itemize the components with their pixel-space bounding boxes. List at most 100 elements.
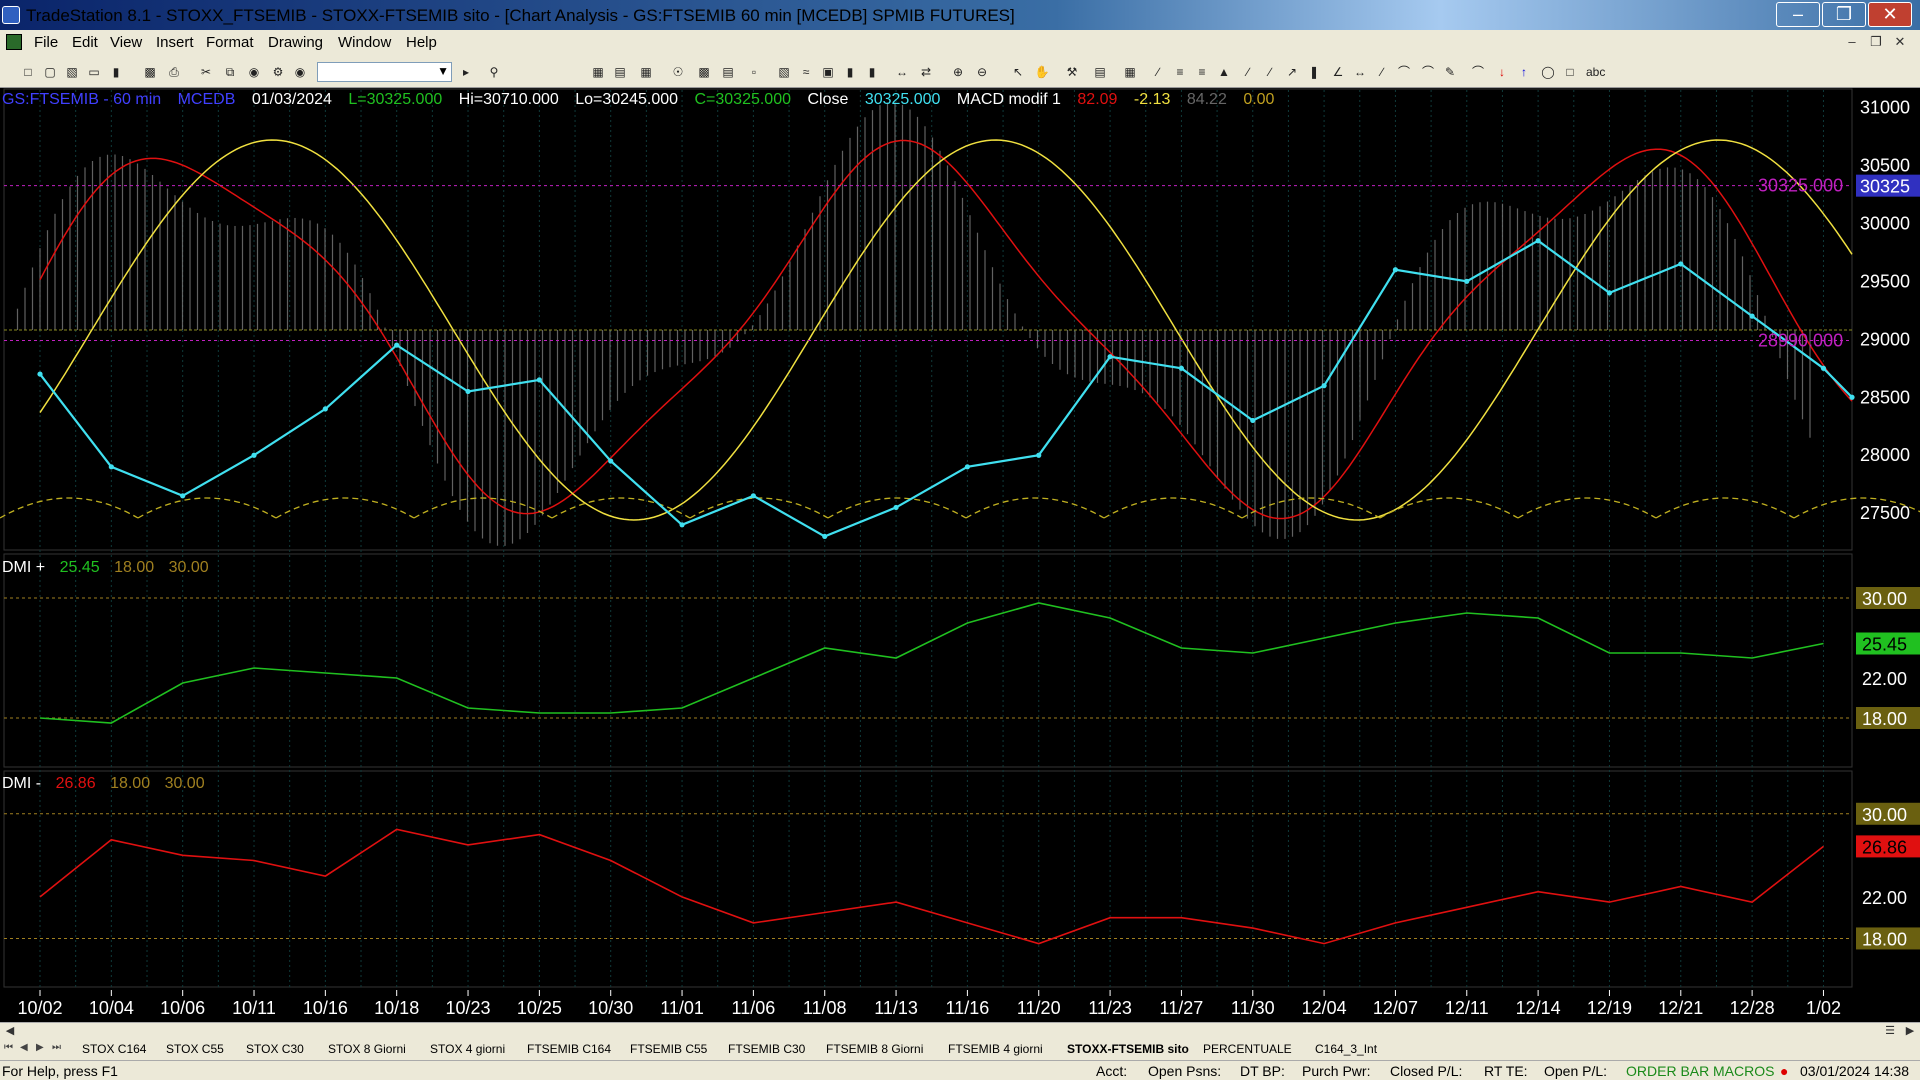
menu-file[interactable]: File [34, 34, 58, 51]
header-high: Hi=30710.000 [458, 91, 559, 108]
gann-icon[interactable]: ▲ [1216, 64, 1232, 80]
status-order-bar[interactable]: ORDER BAR [1626, 1063, 1709, 1079]
news-icon[interactable]: ▧ [776, 64, 792, 80]
open-workspace-icon[interactable]: ▧ [64, 64, 80, 80]
indicator-icon[interactable]: ≈ [798, 64, 814, 80]
bar-chart-icon[interactable]: ▮ [842, 64, 858, 80]
close-button[interactable]: ✕ [1868, 2, 1912, 27]
radar-icon[interactable]: ☉ [670, 64, 686, 80]
tools-icon[interactable]: ⚒ [1064, 64, 1080, 80]
menu-insert[interactable]: Insert [156, 34, 194, 51]
scroll-thumb-icon[interactable]: ☰ [1882, 1024, 1898, 1040]
tab-percentuale[interactable]: PERCENTUALE [1203, 1042, 1292, 1056]
curve-icon[interactable]: ⌒ [1470, 64, 1486, 80]
arrow-down-icon[interactable]: ↓ [1494, 64, 1510, 80]
fib-icon[interactable]: ≡ [1194, 64, 1210, 80]
pointer-icon[interactable]: ↖ [1010, 64, 1026, 80]
tab-stoxx-ftsemib-sito[interactable]: STOXX-FTSEMIB sito [1067, 1042, 1189, 1056]
table-icon[interactable]: ▤ [612, 64, 628, 80]
play-icon[interactable]: ▸ [458, 64, 474, 80]
tab-stox-c164[interactable]: STOX C164 [82, 1042, 146, 1056]
scroll-right-icon[interactable]: ▶ [1902, 1024, 1918, 1040]
arc-icon[interactable]: ⌒ [1420, 64, 1436, 80]
symbol-combo[interactable]: ▼ [317, 62, 452, 82]
alert-icon[interactable]: ▦ [1122, 64, 1138, 80]
pan-icon[interactable]: ✋ [1034, 64, 1050, 80]
rectangle-icon[interactable]: □ [1562, 64, 1578, 80]
settings-icon[interactable]: ⚙ [270, 64, 286, 80]
menu-view[interactable]: View [110, 34, 142, 51]
tab-stox-4-giorni[interactable]: STOX 4 giorni [430, 1042, 505, 1056]
ellipse-icon[interactable]: ◯ [1540, 64, 1556, 80]
open-icon[interactable]: ▢ [42, 64, 58, 80]
expand-icon[interactable]: ⇄ [918, 64, 934, 80]
tab-prev-icon[interactable]: ◀ [20, 1042, 28, 1053]
globe-icon[interactable]: ◉ [292, 64, 308, 80]
new-icon[interactable]: □ [20, 64, 36, 80]
chart-canvas[interactable]: 30325.000 28990.000 31000 30500 30000 29500 29… [0, 88, 1920, 1030]
matrix-icon[interactable]: ▩ [696, 64, 712, 80]
chart-area[interactable]: 30325.000 28990.000 31000 30500 30000 29500 29… [0, 88, 1920, 1030]
vlines-icon[interactable]: ❚ [1306, 64, 1322, 80]
tradestation-app-icon[interactable] [2, 6, 20, 24]
andrews-icon[interactable]: ∠ [1330, 64, 1346, 80]
tab-ftsemib-4-giorni[interactable]: FTSEMIB 4 giorni [948, 1042, 1043, 1056]
order-icon[interactable]: ▤ [1092, 64, 1108, 80]
tab-ftsemib-c30[interactable]: FTSEMIB C30 [728, 1042, 805, 1056]
new-workspace-icon[interactable]: ▭ [86, 64, 102, 80]
arrow-up-icon[interactable]: ↑ [1516, 64, 1532, 80]
option-icon[interactable]: ▤ [720, 64, 736, 80]
scroll-left-icon[interactable]: ◀ [2, 1024, 18, 1040]
arrow-line-icon[interactable]: ↗ [1284, 64, 1300, 80]
minimize-button[interactable]: ‒ [1776, 2, 1820, 27]
tab-last-icon[interactable]: ⏭ [52, 1042, 61, 1053]
copy-icon[interactable]: ⧉ [222, 64, 238, 80]
mdi-minimize-icon[interactable]: – [1842, 34, 1862, 52]
tab-stox-c30[interactable]: STOX C30 [246, 1042, 304, 1056]
menu-drawing[interactable]: Drawing [268, 34, 323, 51]
tab-ftsemib-c164[interactable]: FTSEMIB C164 [527, 1042, 611, 1056]
tab-stox-8-giorni[interactable]: STOX 8 Giorni [328, 1042, 406, 1056]
chevron-down-icon[interactable]: ▼ [437, 64, 449, 78]
channel-icon[interactable]: ∕ [1374, 64, 1390, 80]
tab-ftsemib-c55[interactable]: FTSEMIB C55 [630, 1042, 707, 1056]
mdi-restore-icon[interactable]: ❐ [1866, 34, 1886, 52]
hline-icon[interactable]: ≡ [1172, 64, 1188, 80]
lock-icon[interactable]: ◉ [246, 64, 262, 80]
compress-icon[interactable]: ↔ [894, 64, 910, 80]
menu-format[interactable]: Format [206, 34, 254, 51]
restore-button[interactable]: ❐ [1822, 2, 1866, 27]
close-workspace-icon[interactable]: ▮ [108, 64, 124, 80]
horizontal-scrollbar[interactable]: ◀ ☰ ▶ [0, 1022, 1920, 1040]
regression-icon[interactable]: ∕ [1240, 64, 1256, 80]
strategy-icon[interactable]: ▣ [820, 64, 836, 80]
horizontal-arrow-icon[interactable]: ↔ [1352, 64, 1368, 80]
status-macros[interactable]: MACROS [1713, 1063, 1774, 1079]
cycle-icon[interactable]: ⌒ [1396, 64, 1412, 80]
menu-edit[interactable]: Edit [72, 34, 98, 51]
volume-icon[interactable]: ▮ [864, 64, 880, 80]
save-icon[interactable]: ▩ [142, 64, 158, 80]
menu-window[interactable]: Window [338, 34, 391, 51]
text-icon[interactable]: abc [1586, 64, 1605, 80]
tab-first-icon[interactable]: ⏮ [4, 1042, 13, 1053]
chart-analysis-icon[interactable]: ▦ [638, 64, 654, 80]
print-icon[interactable]: ⎙ [166, 64, 182, 80]
zoom-out-icon[interactable]: ⊖ [974, 64, 990, 80]
menu-help[interactable]: Help [406, 34, 437, 51]
search-icon[interactable]: ⚲ [486, 64, 502, 80]
price-point [394, 342, 400, 348]
chart-window-icon[interactable] [6, 34, 22, 50]
zoom-in-icon[interactable]: ⊕ [950, 64, 966, 80]
speed-lines-icon[interactable]: ∕ [1262, 64, 1278, 80]
mdi-close-icon[interactable]: ✕ [1890, 34, 1910, 52]
tab-next-icon[interactable]: ▶ [36, 1042, 44, 1053]
trendline-icon[interactable]: ∕ [1150, 64, 1166, 80]
cut-icon[interactable]: ✂ [198, 64, 214, 80]
tab-c164-3-int[interactable]: C164_3_Int [1315, 1042, 1377, 1056]
tab-ftsemib-8-giorni[interactable]: FTSEMIB 8 Giorni [826, 1042, 923, 1056]
tab-stox-c55[interactable]: STOX C55 [166, 1042, 224, 1056]
pencil-icon[interactable]: ✎ [1442, 64, 1458, 80]
grid-icon[interactable]: ▦ [590, 64, 606, 80]
hotlist-icon[interactable]: ▫ [746, 64, 762, 80]
